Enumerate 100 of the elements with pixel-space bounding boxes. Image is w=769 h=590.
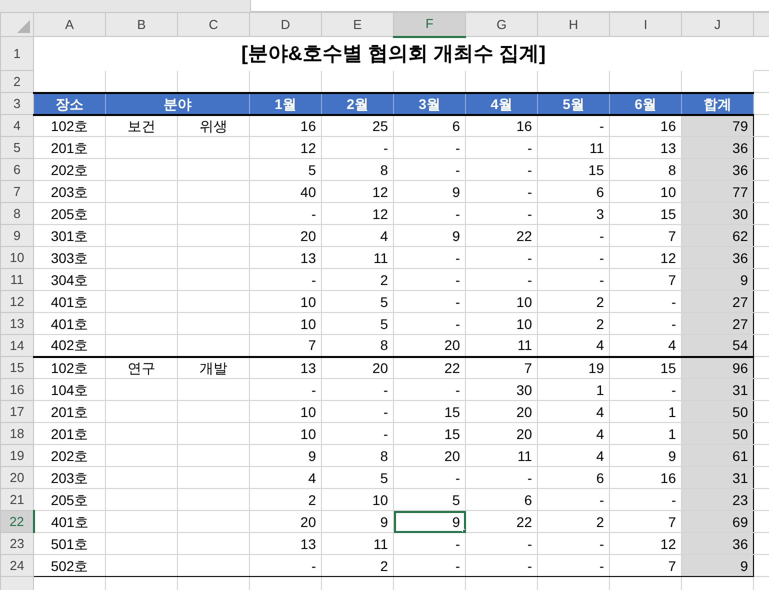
table-cell: - <box>250 554 322 576</box>
row-number[interactable]: 23 <box>0 532 34 554</box>
row-number[interactable]: 17 <box>0 400 34 422</box>
table-cell: - <box>322 422 394 444</box>
table-cell: 20 <box>394 444 466 466</box>
table-cell: 5 <box>250 158 322 180</box>
column-header[interactable]: H <box>538 12 610 36</box>
column-header[interactable]: A <box>34 12 106 36</box>
row-number[interactable]: 2 <box>0 70 34 92</box>
table-cell: 201호 <box>34 400 106 422</box>
table-cell: 11 <box>466 444 538 466</box>
table-cell: 9 <box>250 444 322 466</box>
table-cell: 20 <box>322 356 394 378</box>
table-cell: 2 <box>538 510 610 532</box>
row-number[interactable]: 18 <box>0 422 34 444</box>
table-cell: 205호 <box>34 202 106 224</box>
row-number[interactable]: 10 <box>0 246 34 268</box>
table-cell: 15 <box>538 158 610 180</box>
table-cell: - <box>394 136 466 158</box>
row-number[interactable]: 21 <box>0 488 34 510</box>
row-number[interactable]: 19 <box>0 444 34 466</box>
table-cell: 위생 <box>178 114 250 136</box>
table-cell: - <box>394 268 466 290</box>
row-number[interactable]: 4 <box>0 114 34 136</box>
column-heading: 4월 <box>466 92 538 114</box>
row-number[interactable]: 7 <box>0 180 34 202</box>
table-cell: 2 <box>322 554 394 576</box>
row-number[interactable]: 6 <box>0 158 34 180</box>
table-cell: 연구 <box>106 356 178 378</box>
column-heading: 3월 <box>394 92 466 114</box>
table-cell: - <box>322 378 394 400</box>
table-cell: - <box>466 202 538 224</box>
table-cell: 6 <box>538 180 610 202</box>
row-number[interactable]: 3 <box>0 92 34 114</box>
table-cell: - <box>538 554 610 576</box>
table-cell: 12 <box>250 136 322 158</box>
row-number[interactable]: 20 <box>0 466 34 488</box>
row-number[interactable]: 11 <box>0 268 34 290</box>
table-cell: 10 <box>322 488 394 510</box>
table-cell: - <box>394 202 466 224</box>
table-cell: 4 <box>538 444 610 466</box>
table-cell: - <box>394 554 466 576</box>
table-cell: 22 <box>394 356 466 378</box>
table-cell: - <box>538 268 610 290</box>
column-header[interactable]: B <box>106 12 178 36</box>
column-heading: 5월 <box>538 92 610 114</box>
table-cell: 16 <box>466 114 538 136</box>
table-cell: 36 <box>682 158 754 180</box>
table-cell: 10 <box>250 312 322 334</box>
column-header[interactable]: C <box>178 12 250 36</box>
table-cell: 203호 <box>34 466 106 488</box>
table-cell: 개발 <box>178 356 250 378</box>
row-number[interactable]: 13 <box>0 312 34 334</box>
table-cell: - <box>322 136 394 158</box>
row-number[interactable]: 24 <box>0 554 34 576</box>
row-number[interactable]: 1 <box>0 36 34 70</box>
table-cell: - <box>538 488 610 510</box>
row-number[interactable]: 15 <box>0 356 34 378</box>
table-cell: 202호 <box>34 158 106 180</box>
table-cell[interactable]: 9 <box>394 510 466 532</box>
row-number[interactable]: 12 <box>0 290 34 312</box>
row-number[interactable]: 5 <box>0 136 34 158</box>
table-cell: 5 <box>322 466 394 488</box>
table-cell: 9 <box>394 180 466 202</box>
row-number[interactable]: 14 <box>0 334 34 356</box>
table-cell: 9 <box>682 554 754 576</box>
row-number[interactable]: 9 <box>0 224 34 246</box>
row-number[interactable]: 16 <box>0 378 34 400</box>
table-cell: 50 <box>682 400 754 422</box>
table-cell: 303호 <box>34 246 106 268</box>
column-header[interactable]: I <box>610 12 682 36</box>
table-cell: 4 <box>538 422 610 444</box>
table-cell: - <box>250 378 322 400</box>
column-header[interactable]: F <box>394 12 466 36</box>
table-cell: - <box>466 136 538 158</box>
table-cell: - <box>394 312 466 334</box>
table-cell: 22 <box>466 224 538 246</box>
table-cell: 10 <box>250 400 322 422</box>
table-cell: 2 <box>250 488 322 510</box>
table-cell: 61 <box>682 444 754 466</box>
table-cell: 13 <box>250 356 322 378</box>
table-cell: 8 <box>322 444 394 466</box>
table-cell: 19 <box>538 356 610 378</box>
table-cell: 5 <box>394 488 466 510</box>
table-cell: 36 <box>682 532 754 554</box>
table-cell: - <box>394 290 466 312</box>
column-header[interactable]: D <box>250 12 322 36</box>
column-heading: 분야 <box>106 92 250 114</box>
table-cell: - <box>394 158 466 180</box>
row-number[interactable]: 8 <box>0 202 34 224</box>
table-cell: 40 <box>250 180 322 202</box>
row-number[interactable]: 22 <box>0 510 34 532</box>
column-header[interactable]: E <box>322 12 394 36</box>
column-header[interactable]: J <box>682 12 754 36</box>
table-cell: 202호 <box>34 444 106 466</box>
table-cell: 36 <box>682 246 754 268</box>
column-header[interactable]: G <box>466 12 538 36</box>
formula-bar-field[interactable] <box>250 0 769 12</box>
table-cell: - <box>250 268 322 290</box>
table-cell: 36 <box>682 136 754 158</box>
